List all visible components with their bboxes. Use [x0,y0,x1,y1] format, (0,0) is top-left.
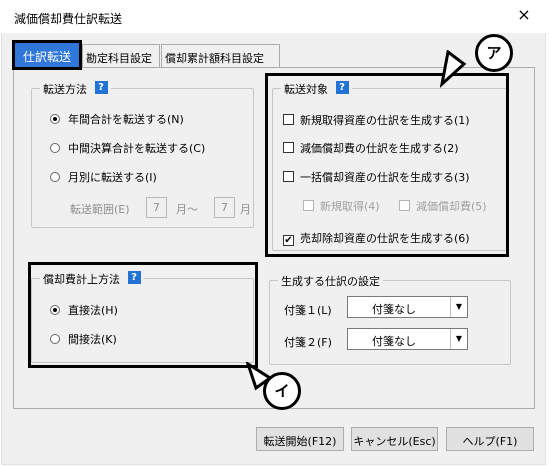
depreciation-method-group: 償却費計上方法 ? [31,271,254,363]
checkbox-icon [283,171,294,182]
radio-circle-icon [50,334,60,344]
tab-journal-transfer[interactable]: 仕訳転送 [12,40,82,70]
checkbox-icon [283,142,294,153]
range-label: 転送範囲(E) [70,203,130,216]
radio-monthly[interactable]: 月別に転送する(I) [50,169,157,185]
checkbox-icon [303,200,314,211]
radio-circle-icon [50,305,60,315]
help-icon[interactable]: ? [94,81,108,94]
checkbox-depreciation[interactable]: 減価償却費の仕訳を生成する(2) [283,140,459,156]
radio-circle-icon [50,143,60,153]
tab-account-settings[interactable]: 勘定科目設定 [82,44,160,68]
checkbox-new-asset[interactable]: 新規取得資産の仕訳を生成する(1) [283,112,470,128]
title-bar: 減価償却費仕訳転送 × [0,0,549,34]
checkbox-depreciation-sub[interactable]: 減価償却費(5) [399,198,487,214]
transfer-target-title: 転送対象 [284,83,328,96]
range-to-field[interactable]: 7 [214,197,235,218]
radio-direct-method[interactable]: 直接法(H) [50,302,118,318]
callout-a: ア [475,34,513,72]
tag2-label: 付箋２(F) [284,336,332,349]
radio-indirect-method[interactable]: 間接法(K) [50,331,117,347]
checkbox-sold-disposed-asset[interactable]: ✔ 売却除却資産の仕訳を生成する(6) [283,230,470,246]
range-from-field[interactable]: 7 [146,197,167,218]
journal-settings-title: 生成する仕訳の設定 [278,273,383,289]
radio-circle-icon [50,172,60,182]
checkbox-icon [283,114,294,125]
depreciation-method-title: 償却費計上方法 [43,273,120,286]
help-icon[interactable]: ? [127,271,141,284]
checkbox-icon [399,200,410,211]
checkbox-lump-sum-asset[interactable]: 一括償却資産の仕訳を生成する(3) [283,169,470,185]
help-button[interactable]: ヘルプ(F1) [446,427,534,451]
checkbox-new-acquisition-sub[interactable]: 新規取得(4) [303,198,380,214]
tag1-label: 付箋１(L) [284,304,332,317]
start-transfer-button[interactable]: 転送開始(F12) [256,427,344,451]
check-mark-icon: ✔ [283,235,294,246]
radio-annual-total[interactable]: 年間合計を転送する(N) [50,111,184,127]
journal-settings-group: 生成する仕訳の設定 [269,273,511,365]
tab-accumulated-account-settings[interactable]: 償却累計額科目設定 [161,44,280,68]
month-suffix: 月 [240,203,251,216]
radio-circle-icon [50,114,60,124]
transfer-method-title: 転送方法 [43,83,87,96]
chevron-down-icon: ▼ [450,297,467,317]
tag2-select[interactable]: 付箋なし ▼ [347,328,468,350]
month-separator: 月～ [176,203,198,216]
radio-interim-total[interactable]: 中間決算合計を転送する(C) [50,140,205,156]
window-title: 減価償却費仕訳転送 [14,12,123,26]
callout-i: イ [263,372,301,410]
cancel-button[interactable]: キャンセル(Esc) [351,427,438,451]
close-icon[interactable]: × [513,5,535,24]
help-icon[interactable]: ? [335,81,349,94]
chevron-down-icon: ▼ [450,329,467,349]
tag1-select[interactable]: 付箋なし ▼ [347,296,468,318]
